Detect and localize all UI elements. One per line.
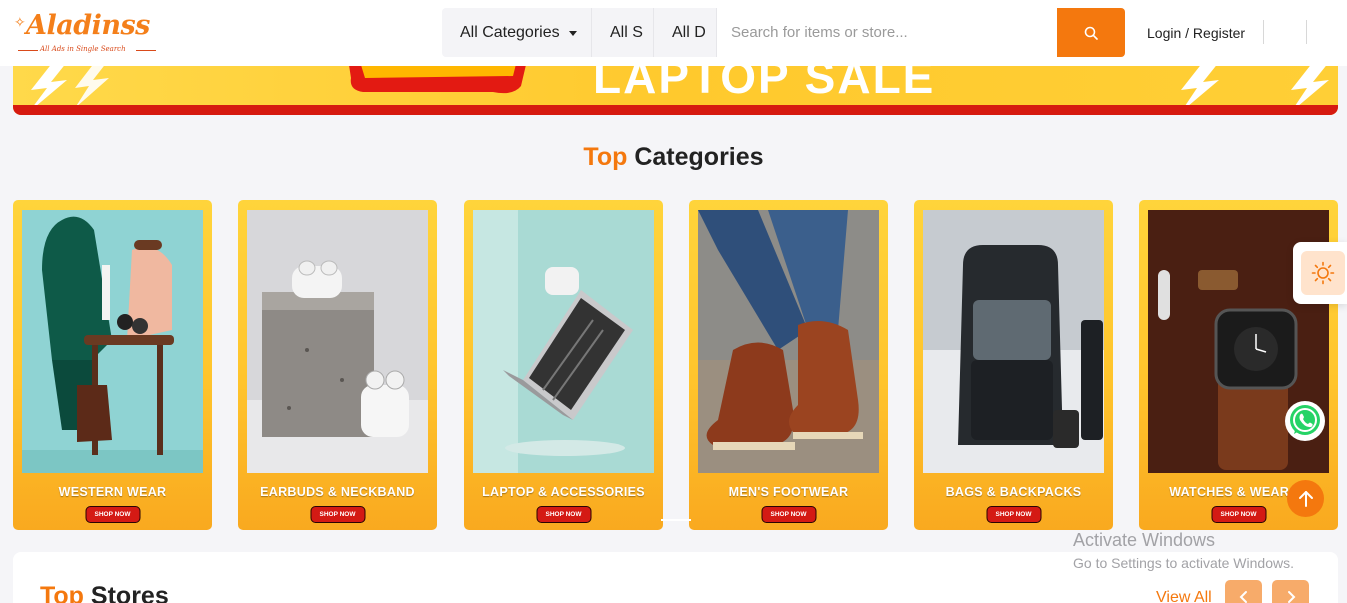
section-title-top-stores: Top Stores <box>40 582 169 603</box>
stores-prev-button[interactable] <box>1225 580 1262 603</box>
logo-tagline: All Ads in Single Search <box>40 45 126 53</box>
logo-divider <box>136 50 156 51</box>
shop-now-button[interactable]: SHOP NOW <box>310 506 365 523</box>
section-title-top-categories: Top Categories <box>583 143 764 171</box>
secondary-select-value: All S <box>610 23 643 41</box>
category-card-western-wear[interactable]: WESTERN WEAR SHOP NOW <box>13 200 212 530</box>
category-select-value: All Categories <box>460 23 560 41</box>
slider-indicator[interactable] <box>661 519 691 521</box>
search-input[interactable] <box>717 8 1057 57</box>
category-image <box>698 210 879 473</box>
category-label: EARBUDS & NECKBAND <box>260 485 415 499</box>
banner-text: LAPTOP SALE <box>593 66 936 103</box>
site-header: ✧ Aladinss All Ads in Single Search All … <box>0 0 1347 66</box>
category-image <box>923 210 1104 473</box>
dropdown-caret-icon <box>568 31 577 36</box>
view-all-link[interactable]: View All <box>1156 589 1212 603</box>
header-divider <box>1263 20 1264 44</box>
logo-divider <box>18 50 38 51</box>
activation-line-2: Go to Settings to activate Windows. <box>1073 555 1294 571</box>
category-image <box>473 210 654 473</box>
shop-now-button[interactable]: SHOP NOW <box>85 506 140 523</box>
windows-activation-watermark: Activate Windows Go to Settings to activ… <box>1073 530 1294 571</box>
arrow-up-icon <box>1298 490 1313 507</box>
category-image <box>22 210 203 473</box>
search-button[interactable] <box>1057 8 1125 57</box>
shop-now-button[interactable]: SHOP NOW <box>986 506 1041 523</box>
shop-now-button[interactable]: SHOP NOW <box>761 506 816 523</box>
logo-text: Aladinss <box>26 10 150 41</box>
header-divider <box>1306 20 1307 44</box>
logo[interactable]: ✧ Aladinss All Ads in Single Search <box>14 10 164 58</box>
category-card-earbuds[interactable]: EARBUDS & NECKBAND SHOP NOW <box>238 200 437 530</box>
category-select[interactable]: All Categories <box>442 8 592 57</box>
category-card-mens-footwear[interactable]: MEN'S FOOTWEAR SHOP NOW <box>689 200 888 530</box>
tertiary-select-value: All D <box>672 23 706 41</box>
whatsapp-icon <box>1290 405 1320 435</box>
whatsapp-button[interactable] <box>1285 401 1325 441</box>
theme-toggle[interactable] <box>1293 242 1347 304</box>
shop-now-button[interactable]: SHOP NOW <box>1211 506 1266 523</box>
login-register-link[interactable]: Login / Register <box>1147 25 1245 41</box>
category-image <box>247 210 428 473</box>
chevron-right-icon <box>1287 591 1295 603</box>
chevron-left-icon <box>1239 591 1247 603</box>
promo-banner[interactable]: LAPTOP SALE <box>13 66 1338 115</box>
secondary-select[interactable]: All S <box>592 8 654 57</box>
shop-now-button[interactable]: SHOP NOW <box>536 506 591 523</box>
scroll-to-top-button[interactable] <box>1287 480 1324 517</box>
category-label: WESTERN WEAR <box>58 485 167 499</box>
category-card-laptop[interactable]: LAPTOP & ACCESSORIES SHOP NOW <box>464 200 663 530</box>
stores-next-button[interactable] <box>1272 580 1309 603</box>
sale-graphic <box>349 66 526 94</box>
sun-icon <box>1311 261 1335 285</box>
category-label: LAPTOP & ACCESSORIES <box>482 485 645 499</box>
banner-stripe <box>13 105 1338 115</box>
activation-line-1: Activate Windows <box>1073 530 1216 550</box>
search-bar: All Categories All S All D <box>442 8 1125 57</box>
tertiary-select[interactable]: All D <box>654 8 717 57</box>
search-icon <box>1084 26 1098 40</box>
lamp-icon: ✧ <box>14 14 26 30</box>
category-card-bags[interactable]: BAGS & BACKPACKS SHOP NOW <box>914 200 1113 530</box>
category-label: BAGS & BACKPACKS <box>945 485 1082 499</box>
category-label: MEN'S FOOTWEAR <box>728 485 849 499</box>
